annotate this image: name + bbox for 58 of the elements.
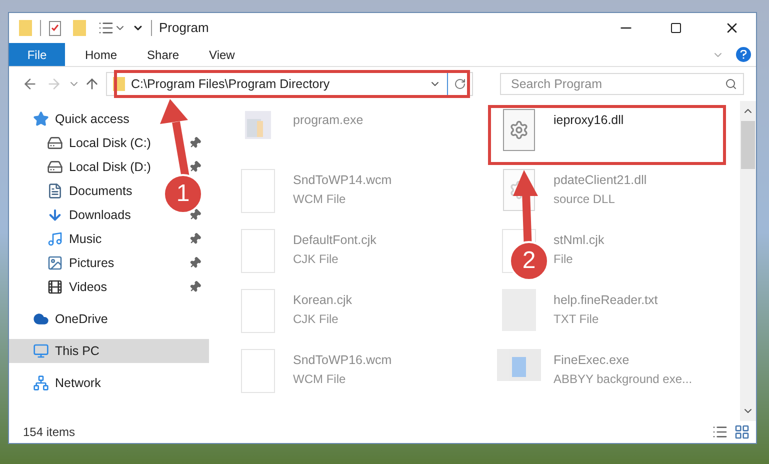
file-icon xyxy=(241,229,275,273)
picture-icon xyxy=(47,255,63,271)
sidebar-item[interactable]: Quick access xyxy=(55,110,130,128)
search-field[interactable]: Search Program xyxy=(500,73,744,95)
file-type: CJK File xyxy=(293,310,340,328)
file-type: WCM File xyxy=(293,190,347,208)
sidebar-item[interactable]: Pictures xyxy=(69,254,114,272)
back-button[interactable] xyxy=(22,76,38,92)
download-icon xyxy=(47,207,63,223)
star-icon xyxy=(33,111,49,127)
view-icon[interactable] xyxy=(98,20,114,36)
document-icon xyxy=(47,183,63,199)
tiles-view-button[interactable] xyxy=(734,424,750,440)
drive-icon xyxy=(47,135,63,151)
search-input[interactable]: Search Program xyxy=(511,74,725,94)
settings-file-icon xyxy=(502,109,534,151)
status-text: 154 items xyxy=(23,424,76,441)
ribbon-tab[interactable]: View xyxy=(194,43,250,66)
sidebar-item[interactable]: Local Disk (C:) xyxy=(69,134,151,152)
sidebar-item[interactable]: Documents xyxy=(69,182,132,200)
file-type: source DLL xyxy=(554,190,616,208)
drive-icon xyxy=(47,159,63,175)
file-icon xyxy=(241,349,275,393)
address-path: C:\Program Files\Program Directory xyxy=(131,76,330,93)
music-note-icon xyxy=(47,231,63,247)
window-title: Program xyxy=(159,19,209,38)
file-icon xyxy=(241,289,275,333)
ribbon-tab[interactable]: Home xyxy=(70,43,132,66)
ribbon-tab[interactable]: File xyxy=(9,43,65,66)
sidebar-item[interactable]: Music xyxy=(69,230,102,248)
maximize-button[interactable] xyxy=(670,22,682,34)
network-icon xyxy=(33,375,49,391)
file-type: TXT File xyxy=(554,310,600,328)
refresh-button[interactable] xyxy=(454,78,466,90)
file-type: ABBYY background exe... xyxy=(554,370,692,388)
film-icon xyxy=(47,279,63,295)
file-type: File xyxy=(554,250,574,268)
properties-icon[interactable] xyxy=(49,20,61,36)
scrollbar[interactable] xyxy=(740,101,756,421)
search-icon xyxy=(725,78,737,90)
cloud-icon xyxy=(33,311,49,327)
sidebar-item[interactable]: OneDrive xyxy=(55,310,108,328)
file-type: WCM File xyxy=(293,370,347,388)
up-button[interactable] xyxy=(84,76,100,92)
help-icon[interactable] xyxy=(736,47,751,62)
file-name[interactable]: ieproxy16.dll xyxy=(554,111,624,130)
monitor-icon xyxy=(33,343,49,359)
sidebar-item[interactable]: Network xyxy=(55,374,101,392)
sidebar-item[interactable]: Videos xyxy=(69,278,107,296)
details-view-button[interactable] xyxy=(712,424,728,440)
file-icon xyxy=(241,169,275,213)
sidebar-item[interactable]: Downloads xyxy=(69,206,131,224)
scrollbar-thumb[interactable] xyxy=(741,121,755,169)
file-type: CJK File xyxy=(293,250,340,268)
sidebar-item[interactable]: Local Disk (D:) xyxy=(69,158,151,176)
sidebar-item[interactable]: This PC xyxy=(55,342,100,360)
ribbon-tab[interactable]: Share xyxy=(132,43,194,66)
app-window-icon xyxy=(496,349,540,381)
